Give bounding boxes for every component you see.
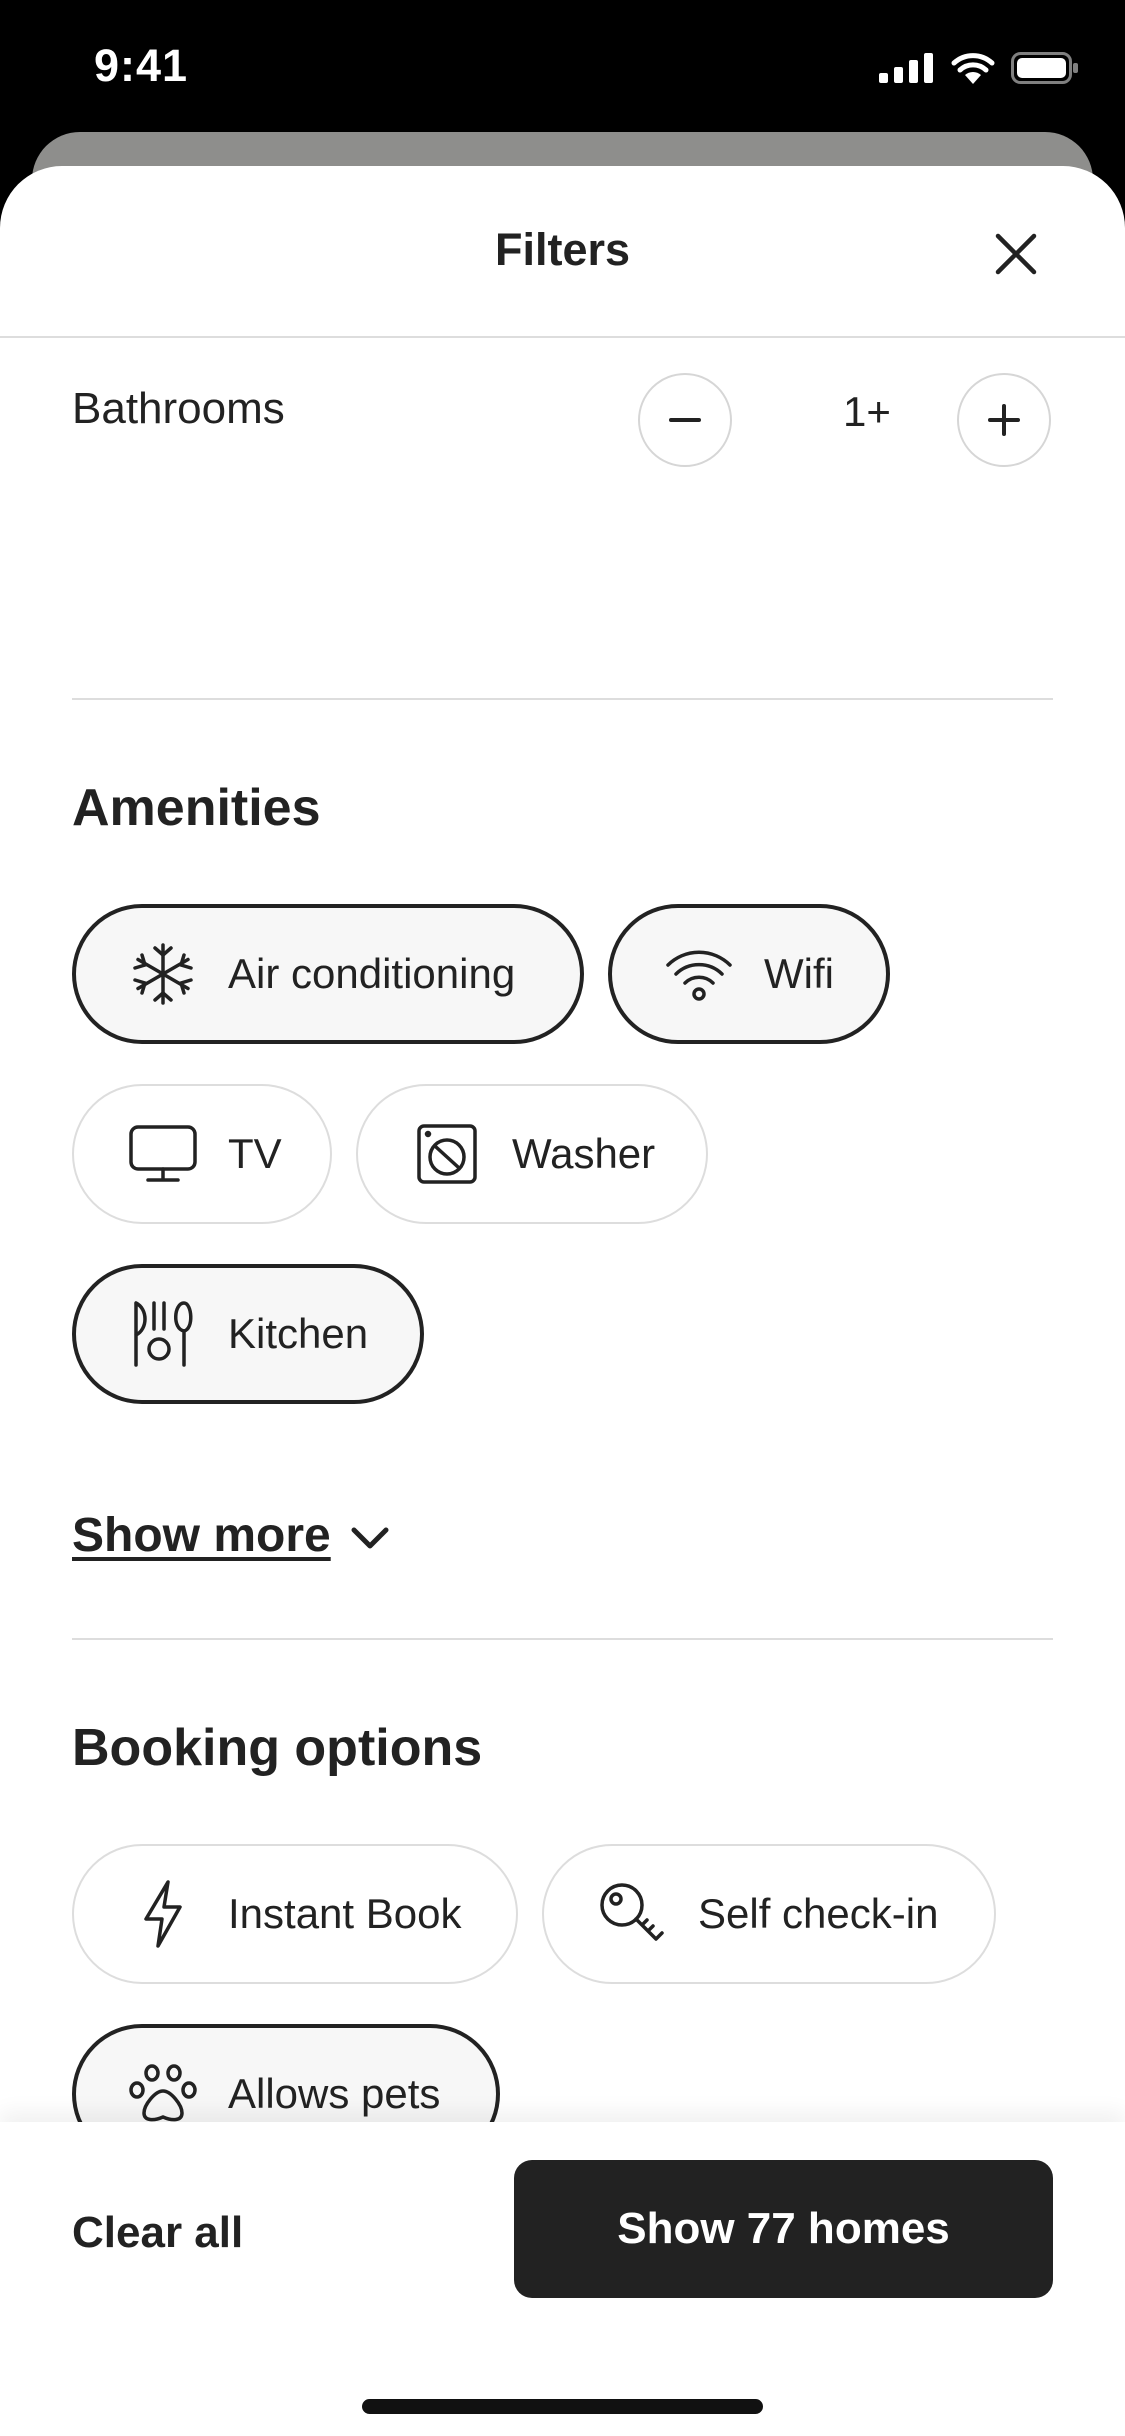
chip-washer[interactable]: Washer (356, 1084, 708, 1224)
chip-label: Wifi (764, 950, 834, 997)
close-icon (995, 233, 1037, 275)
status-time: 9:41 (94, 40, 189, 91)
plus-icon (988, 404, 1020, 436)
show-more-link[interactable]: Show more (72, 1508, 391, 1563)
chip-wifi[interactable]: Wifi (608, 904, 890, 1044)
chip-label: Self check-in (698, 1890, 939, 1937)
cellular-signal-icon (879, 53, 933, 83)
battery-icon (1011, 52, 1078, 84)
bathrooms-row: Bathrooms 1+ (72, 338, 1053, 484)
booking-options-title: Booking options (72, 1719, 483, 1777)
divider (72, 698, 1053, 700)
sheet-header: Filters (0, 166, 1125, 338)
wifi-signal-icon (951, 53, 995, 84)
snowflake-icon (128, 939, 198, 1009)
lightning-icon (128, 1879, 198, 1949)
chip-self-check-in[interactable]: Self check-in (542, 1844, 996, 1984)
kitchen-icon (128, 1299, 198, 1369)
divider (72, 1638, 1053, 1640)
minus-icon (669, 418, 701, 422)
show-more-label: Show more (72, 1509, 331, 1562)
page-title: Filters (494, 224, 631, 275)
show-homes-button[interactable]: Show 77 homes (514, 2160, 1053, 2298)
home-indicator (362, 2399, 763, 2414)
chip-label: Allows pets (228, 2070, 441, 2117)
tv-icon (128, 1119, 198, 1189)
paw-icon (128, 2059, 198, 2129)
chip-kitchen[interactable]: Kitchen (72, 1264, 424, 1404)
wifi-icon (664, 939, 734, 1009)
key-icon (598, 1879, 668, 1949)
chip-label: Kitchen (228, 1310, 369, 1357)
increment-button[interactable] (957, 373, 1051, 467)
bathrooms-label: Bathrooms (72, 384, 285, 433)
chip-tv[interactable]: TV (72, 1084, 332, 1224)
washer-icon (412, 1119, 482, 1189)
decrement-button[interactable] (638, 373, 732, 467)
filters-sheet: Filters Bathrooms 1+ Amenities Air condi… (0, 166, 1125, 2436)
clear-all-button[interactable]: Clear all (72, 2208, 243, 2258)
amenities-title: Amenities (72, 779, 321, 837)
status-bar: 9:41 (0, 0, 1125, 140)
chip-instant-book[interactable]: Instant Book (72, 1844, 518, 1984)
close-button[interactable] (990, 228, 1042, 280)
chip-label: TV (228, 1130, 282, 1177)
chip-air-conditioning[interactable]: Air conditioning (72, 904, 584, 1044)
chevron-down-icon (351, 1527, 389, 1548)
chip-label: Air conditioning (228, 950, 516, 997)
footer-bar: Clear all Show 77 homes (0, 2122, 1125, 2436)
chip-label: Instant Book (228, 1890, 462, 1937)
bathrooms-value: 1+ (843, 388, 891, 435)
status-icons (879, 52, 1079, 84)
chip-label: Washer (512, 1130, 656, 1177)
